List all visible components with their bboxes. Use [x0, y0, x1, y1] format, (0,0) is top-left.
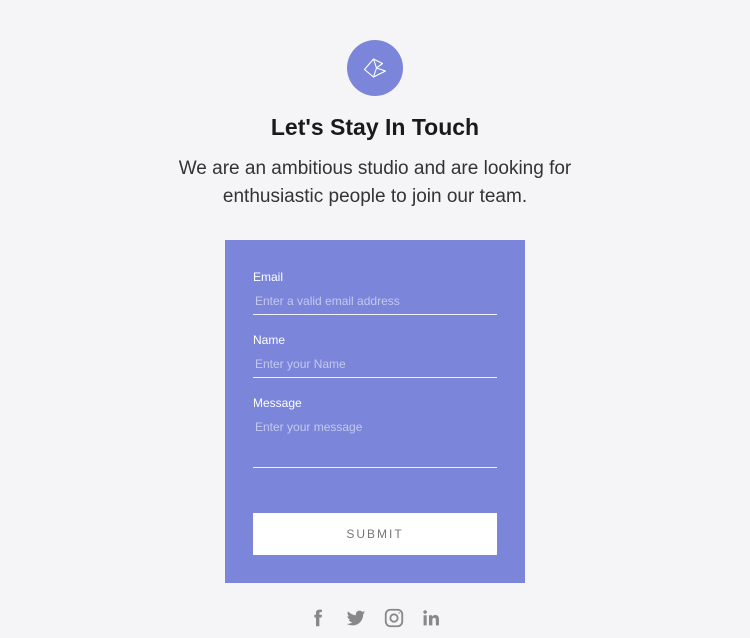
message-label: Message [253, 396, 497, 410]
message-input[interactable] [253, 416, 497, 468]
email-field-group: Email [253, 270, 497, 315]
logo-badge [347, 40, 403, 96]
name-label: Name [253, 333, 497, 347]
submit-button[interactable]: SUBMIT [253, 513, 497, 555]
email-label: Email [253, 270, 497, 284]
page-title: Let's Stay In Touch [271, 114, 479, 141]
bird-icon [360, 53, 390, 83]
social-links [307, 607, 443, 629]
instagram-icon[interactable] [383, 607, 405, 629]
facebook-icon[interactable] [307, 607, 329, 629]
page-subtitle: We are an ambitious studio and are looki… [145, 155, 605, 210]
name-field-group: Name [253, 333, 497, 378]
contact-form: Email Name Message SUBMIT [225, 240, 525, 583]
email-input[interactable] [253, 290, 497, 315]
linkedin-icon[interactable] [421, 607, 443, 629]
message-field-group: Message [253, 396, 497, 473]
twitter-icon[interactable] [345, 607, 367, 629]
name-input[interactable] [253, 353, 497, 378]
